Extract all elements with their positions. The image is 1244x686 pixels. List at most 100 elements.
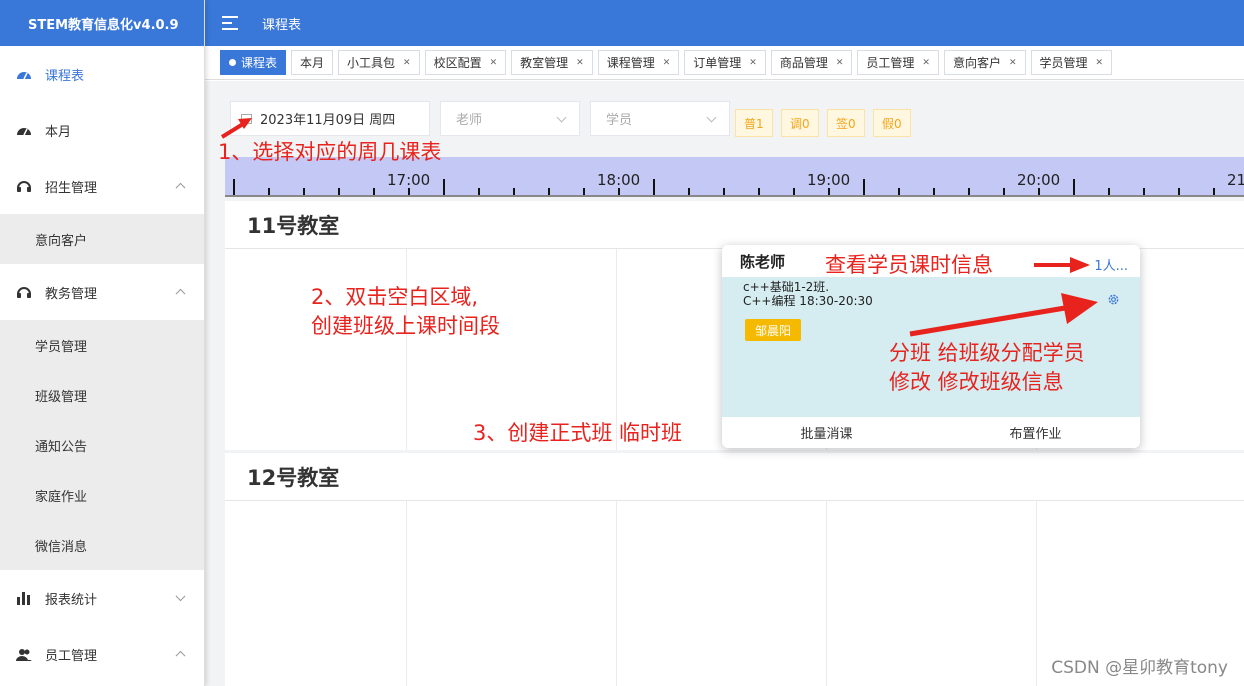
timeline-minor-tick — [303, 188, 305, 195]
student-count-link[interactable]: 1人... — [1094, 255, 1128, 274]
timeline-major-tick — [443, 179, 445, 195]
sidebar-item-label: 招生管理 — [45, 180, 98, 196]
time-label-18: 18:00 — [597, 171, 641, 189]
timeline-minor-tick — [1178, 188, 1180, 195]
brand-title: STEM教育信息化v4.0.9 — [0, 0, 204, 46]
users-icon — [16, 646, 32, 662]
tab-student-mgmt[interactable]: 学员管理 ✕ — [1030, 50, 1113, 75]
tab-toolkit[interactable]: 小工具包 ✕ — [338, 50, 420, 75]
room-title: 12号教室 — [225, 453, 1244, 501]
timeline-major-tick — [863, 179, 865, 195]
dashboard-icon — [16, 66, 32, 82]
timeline-minor-tick — [793, 188, 795, 195]
close-icon[interactable]: ✕ — [1009, 58, 1017, 68]
sidebar-subitem-notices[interactable]: 通知公告 — [0, 420, 204, 470]
bar-chart-icon — [16, 590, 32, 606]
badge-signed[interactable]: 签0 — [827, 109, 865, 137]
annotation-split-class: 分班 给班级分配学员 — [889, 341, 1085, 365]
chevron-down-icon — [706, 112, 717, 123]
tab-order-mgmt[interactable]: 订单管理 ✕ — [684, 50, 766, 75]
timeline-minor-tick — [933, 188, 935, 195]
tab-product-mgmt[interactable]: 商品管理 ✕ — [770, 50, 853, 75]
watermark: CSDN @星卯教育tony — [1051, 658, 1228, 678]
close-icon[interactable]: ✕ — [1096, 58, 1104, 68]
tab-course-mgmt[interactable]: 课程管理 ✕ — [597, 50, 680, 75]
sidebar-item-enrollment[interactable]: 招生管理 — [0, 158, 204, 214]
timeline-minor-tick — [373, 188, 375, 195]
timeline-minor-tick — [478, 188, 480, 195]
chevron-up-icon[interactable] — [175, 650, 186, 661]
class-name: c++基础1-2班. — [743, 280, 830, 294]
sidebar-subitem-wechat[interactable]: 微信消息 — [0, 520, 204, 570]
annotation-step3: 3、创建正式班 临时班 — [473, 421, 683, 445]
timeline-minor-tick — [618, 188, 620, 195]
annotation-step1: 1、选择对应的周几课表 — [218, 140, 442, 164]
sidebar-item-label: 员工管理 — [45, 648, 98, 664]
timeline-minor-tick — [548, 188, 550, 195]
timeline-minor-tick — [1038, 188, 1040, 195]
sidebar-item-academic[interactable]: 教务管理 — [0, 264, 204, 320]
gear-icon[interactable] — [1107, 293, 1120, 306]
class-card-actions: 批量消课 布置作业 — [722, 417, 1140, 448]
tab-schedule[interactable]: 课程表 — [220, 50, 287, 75]
menu-toggle-icon[interactable] — [222, 16, 238, 30]
timeline-minor-tick — [408, 188, 410, 195]
timeline-minor-tick — [513, 188, 515, 195]
sidebar-item-label: 教务管理 — [45, 286, 98, 302]
chevron-down-icon[interactable] — [175, 591, 186, 602]
timeline-minor-tick — [758, 188, 760, 195]
close-icon[interactable]: ✕ — [490, 58, 498, 68]
close-icon[interactable]: ✕ — [922, 58, 930, 68]
timeline-minor-tick — [968, 188, 970, 195]
timeline-major-tick — [233, 179, 235, 195]
sidebar-item-reports[interactable]: 报表统计 — [0, 570, 204, 626]
badge-adjusted[interactable]: 调0 — [781, 109, 819, 137]
chevron-up-icon[interactable] — [175, 288, 186, 299]
student-select[interactable]: 学员 — [590, 101, 730, 136]
date-picker[interactable]: 2023年11月09日 周四 — [230, 101, 430, 136]
tab-campus-config[interactable]: 校区配置 ✕ — [424, 50, 507, 75]
close-icon[interactable]: ✕ — [836, 58, 844, 68]
close-icon[interactable]: ✕ — [663, 58, 671, 68]
sidebar-subitem-prospects[interactable]: 意向客户 — [0, 214, 204, 264]
tab-classroom-mgmt[interactable]: 教室管理 ✕ — [511, 50, 593, 75]
timeline-minor-tick — [688, 188, 690, 195]
close-icon[interactable]: ✕ — [576, 58, 584, 68]
time-label-20: 20:00 — [1017, 171, 1061, 189]
batch-consume-button[interactable]: 批量消课 — [722, 423, 931, 442]
room-title: 11号教室 — [225, 201, 1244, 249]
sidebar-item-label: 本月 — [45, 124, 72, 140]
badge-leave[interactable]: 假0 — [873, 109, 911, 137]
timeline-minor-tick — [898, 188, 900, 195]
timeline-minor-tick — [828, 188, 830, 195]
chevron-down-icon — [556, 112, 567, 123]
badge-regular[interactable]: 普1 — [735, 109, 773, 137]
sidebar-item-this-month[interactable]: 本月 — [0, 102, 204, 158]
dashboard-icon — [16, 122, 32, 138]
chevron-up-icon[interactable] — [175, 182, 186, 193]
sidebar-subitem-students[interactable]: 学员管理 — [0, 320, 204, 370]
student-tag[interactable]: 邹晨阳 — [745, 319, 802, 341]
sidebar-item-staff[interactable]: 员工管理 — [0, 626, 204, 682]
calendar-icon — [241, 113, 252, 124]
sidebar-item-schedule[interactable]: 课程表 — [0, 46, 204, 102]
headset-icon — [16, 178, 32, 194]
class-card-teacher: 陈老师 — [740, 252, 786, 271]
top-bar: 课程表 — [205, 0, 1244, 46]
tab-prospects[interactable]: 意向客户 ✕ — [943, 50, 1026, 75]
tab-this-month[interactable]: 本月 — [291, 50, 334, 75]
annotation-step2-line1: 2、双击空白区域, — [311, 285, 479, 309]
close-icon[interactable]: ✕ — [403, 58, 411, 68]
close-icon[interactable]: ✕ — [749, 58, 757, 68]
assign-homework-button[interactable]: 布置作业 — [931, 423, 1140, 442]
timeline-major-tick — [653, 179, 655, 195]
timeline-minor-tick — [1108, 188, 1110, 195]
sidebar-subitem-homework[interactable]: 家庭作业 — [0, 470, 204, 520]
tab-staff-mgmt[interactable]: 员工管理 ✕ — [857, 50, 939, 75]
sidebar-subitem-classes[interactable]: 班级管理 — [0, 370, 204, 420]
active-dot-icon — [229, 59, 236, 66]
teacher-select[interactable]: 老师 — [440, 101, 580, 136]
timeline-minor-tick — [583, 188, 585, 195]
schedule-main: 2023年11月09日 周四 老师 学员 普1 调0 签0 假0 17:00 1… — [205, 81, 1244, 686]
headset-icon — [16, 284, 32, 300]
